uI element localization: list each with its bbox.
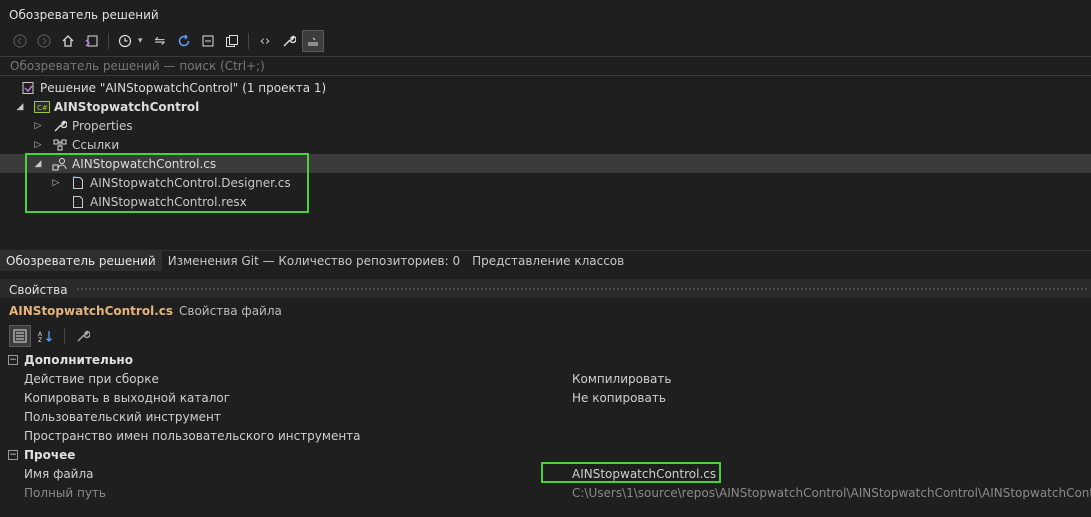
csharp-project-icon: C# (34, 100, 50, 114)
sync-icon[interactable]: ⇋ (149, 30, 171, 52)
code-view-icon[interactable]: ‹› (254, 30, 276, 52)
collapsed-arrow-icon[interactable]: ▷ (32, 121, 44, 131)
file-icon (70, 195, 86, 209)
tree-item-label: Properties (72, 118, 133, 133)
category-misc[interactable]: − Прочее (0, 445, 1091, 464)
collapse-icon[interactable]: − (8, 449, 18, 460)
user-control-icon (52, 157, 68, 171)
property-name: Копировать в выходной каталог (24, 390, 231, 405)
tree-item-properties[interactable]: ▷ Properties (0, 116, 1091, 135)
wrench-icon (52, 119, 68, 133)
solution-explorer-title-text: Обозреватель решений (9, 8, 159, 22)
property-value[interactable]: Не копировать (572, 391, 666, 405)
tree-item-label: Ссылки (72, 137, 120, 152)
back-icon[interactable] (9, 30, 31, 52)
references-icon (52, 138, 68, 152)
collapse-all-icon[interactable] (197, 30, 219, 52)
tree-item-resx-file[interactable]: AINStopwatchControl.resx (0, 192, 1091, 211)
collapsed-arrow-icon[interactable]: ▷ (32, 140, 44, 150)
tree-item-label: AINStopwatchControl.Designer.cs (90, 175, 291, 190)
property-value[interactable]: Компилировать (572, 372, 671, 386)
vs-solution-icon (20, 81, 36, 95)
category-advanced[interactable]: − Дополнительно (0, 350, 1091, 369)
tree-item-solution[interactable]: Решение "AINStopwatchControl" (1 проекта… (0, 78, 1091, 97)
property-row[interactable]: Имя файла AINStopwatchControl.cs (0, 464, 1091, 483)
forward-icon[interactable] (33, 30, 55, 52)
property-row[interactable]: Действие при сборке Компилировать (0, 369, 1091, 388)
property-name: Полный путь (24, 485, 106, 500)
home-icon[interactable] (57, 30, 79, 52)
toolbar-separator (108, 33, 109, 49)
property-name: Имя файла (24, 466, 94, 481)
refresh-icon[interactable] (173, 30, 195, 52)
tree-item-project[interactable]: ◢ C# AINStopwatchControl (0, 97, 1091, 116)
solution-explorer-search-input[interactable]: Обозреватель решений — поиск (Ctrl+;) (0, 56, 1091, 76)
svg-text:C#: C# (37, 104, 48, 112)
property-name: Пространство имен пользовательского инст… (24, 428, 361, 443)
category-label: Прочее (24, 447, 76, 462)
properties-title-bar: Свойства (0, 279, 1091, 298)
expanded-arrow-icon[interactable]: ◢ (32, 159, 44, 169)
properties-title: Свойства (9, 282, 68, 297)
property-pages-icon[interactable] (72, 325, 94, 347)
tree-item-label: AINStopwatchControl.resx (90, 194, 247, 209)
tab-solution-explorer[interactable]: Обозреватель решений (0, 250, 162, 271)
tree-item-designer-file[interactable]: ▷ AINStopwatchControl.Designer.cs (0, 173, 1091, 192)
toolbar-separator (64, 328, 65, 344)
history-icon[interactable] (114, 30, 136, 52)
property-row[interactable]: Копировать в выходной каталог Не копиров… (0, 388, 1091, 407)
tree-item-label: AINStopwatchControl.cs (72, 156, 217, 171)
show-all-files-icon[interactable] (221, 30, 243, 52)
properties-toolbar: AZ (0, 324, 1091, 348)
property-row[interactable]: Полный путь C:\Users\1\source\repos\AINS… (0, 483, 1091, 502)
alphabetical-icon[interactable]: AZ (35, 325, 57, 347)
properties-object-kind: Свойства файла (179, 304, 282, 318)
collapse-icon[interactable]: − (8, 354, 18, 365)
solution-explorer-toolbar: ▾ ⇋ ‹› (0, 28, 1091, 54)
wrench-icon[interactable] (278, 30, 300, 52)
vs-solution-icon[interactable] (81, 30, 103, 52)
property-row[interactable]: Пространство имен пользовательского инст… (0, 426, 1091, 445)
solution-explorer-title: Обозреватель решений (0, 0, 1091, 30)
property-value[interactable]: C:\Users\1\source\repos\AINStopwatchCont… (572, 486, 1091, 500)
search-placeholder: Обозреватель решений — поиск (Ctrl+;) (10, 59, 265, 73)
categorized-icon[interactable] (9, 325, 31, 347)
properties-object-header[interactable]: AINStopwatchControl.cs Свойства файла (0, 302, 1091, 320)
chevron-down-icon[interactable]: ▾ (138, 36, 147, 46)
preview-icon[interactable] (302, 30, 324, 52)
property-name: Действие при сборке (24, 371, 159, 386)
property-value[interactable]: AINStopwatchControl.cs (572, 467, 716, 481)
tab-git-changes[interactable]: Изменения Git — Количество репозиториев:… (162, 251, 466, 271)
tree-item-label: AINStopwatchControl (54, 99, 200, 114)
properties-object-name: AINStopwatchControl.cs (9, 304, 174, 318)
tree-item-references[interactable]: ▷ Ссылки (0, 135, 1091, 154)
toolbar-separator (248, 33, 249, 49)
expanded-arrow-icon[interactable]: ◢ (14, 102, 26, 112)
collapsed-arrow-icon[interactable]: ▷ (50, 178, 62, 188)
property-name: Пользовательский инструмент (24, 409, 221, 424)
tab-class-view[interactable]: Представление классов (466, 251, 630, 271)
tree-item-label: Решение "AINStopwatchControl" (1 проекта… (40, 80, 327, 95)
tool-window-tabs: Обозреватель решений Изменения Git — Кол… (0, 250, 1091, 271)
category-label: Дополнительно (24, 352, 133, 367)
tree-item-cs-file[interactable]: ◢ AINStopwatchControl.cs (0, 154, 1091, 173)
property-row[interactable]: Пользовательский инструмент (0, 407, 1091, 426)
title-grip (75, 287, 1087, 292)
svg-text:Z: Z (38, 337, 42, 343)
properties-grid: − Дополнительно Действие при сборке Комп… (0, 350, 1091, 517)
file-icon (70, 176, 86, 190)
solution-tree: Решение "AINStopwatchControl" (1 проекта… (0, 78, 1091, 248)
